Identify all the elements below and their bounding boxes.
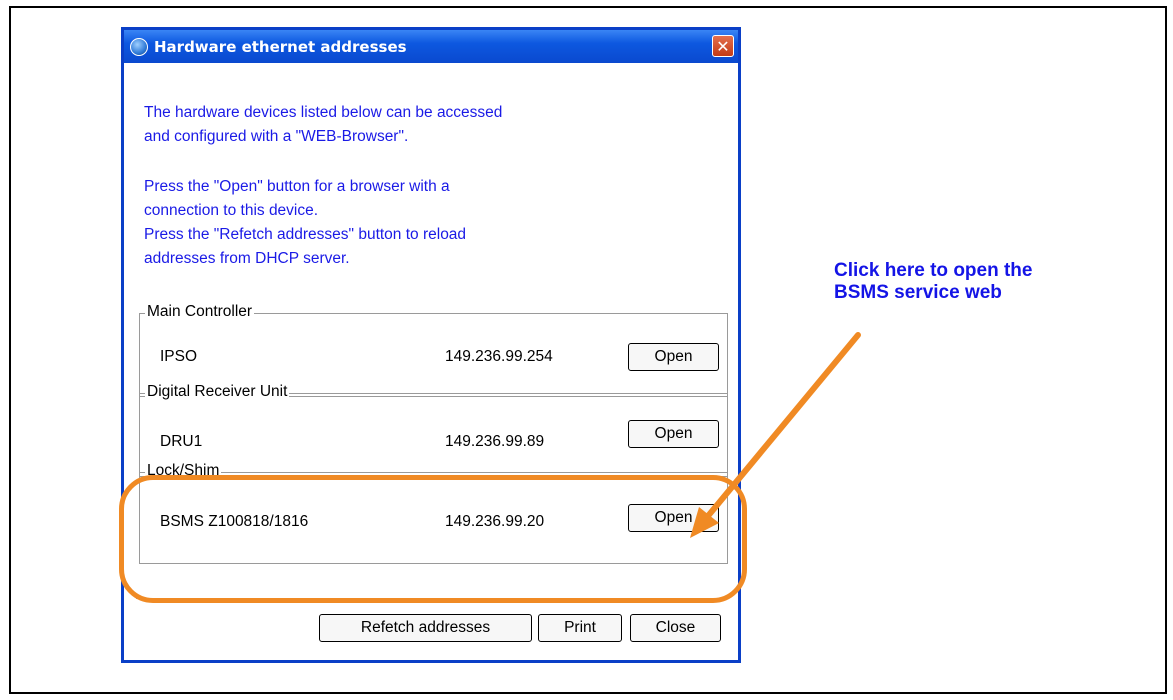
callout-arrow <box>690 332 861 538</box>
